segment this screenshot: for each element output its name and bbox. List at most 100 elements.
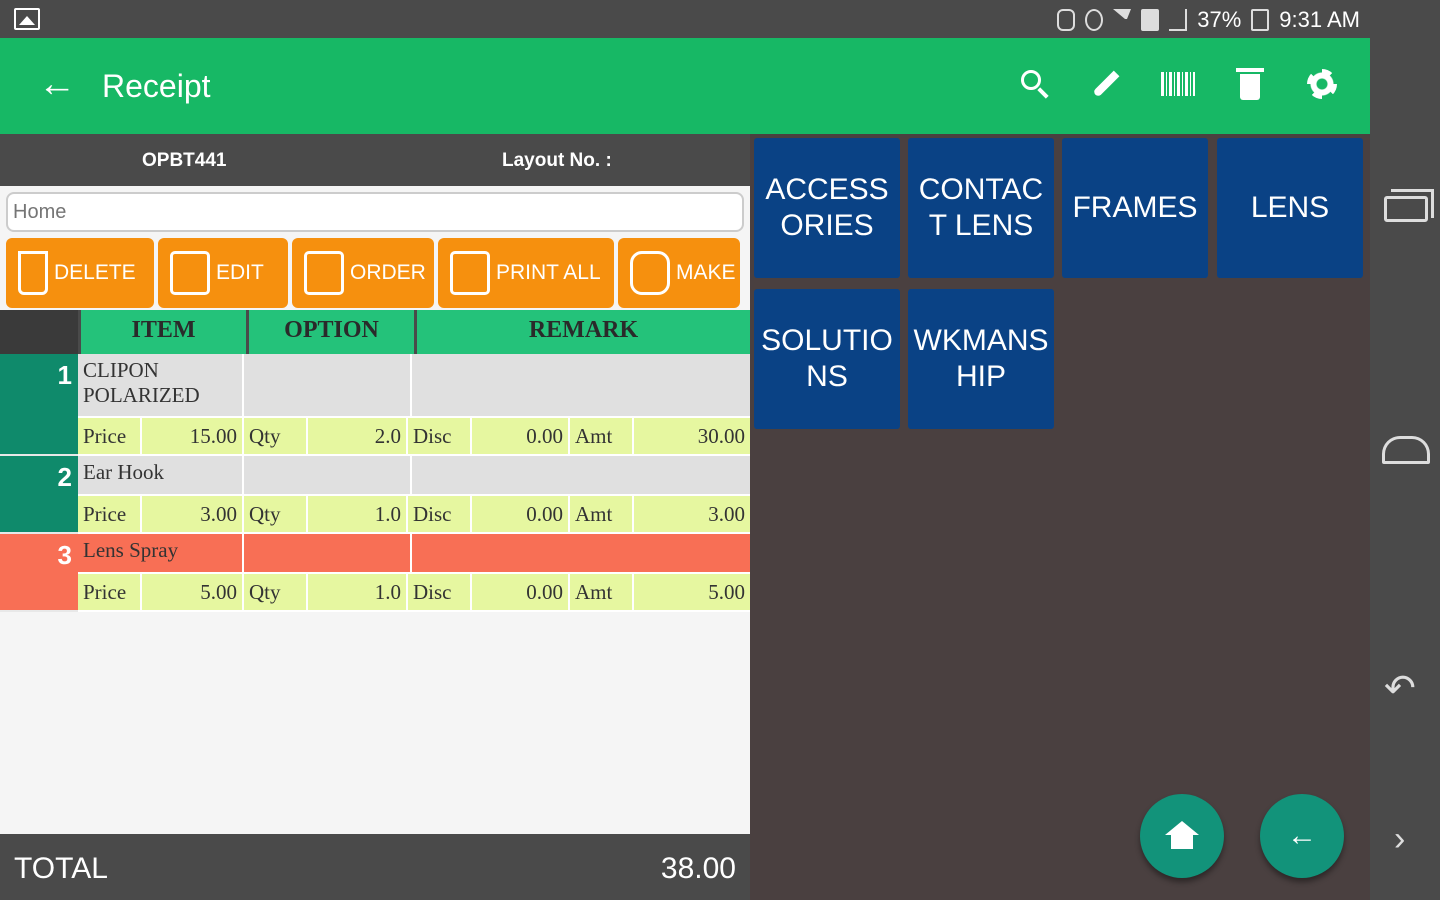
make-payment-button[interactable]: MAKE <box>618 238 740 308</box>
row-number: 2 <box>0 456 78 534</box>
disc-value: 0.00 <box>472 418 570 454</box>
layout-number-label: Layout No. : <box>502 150 612 171</box>
edit-label: EDIT <box>216 261 264 284</box>
receipt-items: 1 CLIPON POLARIZED Price 15.00 Qty 2.0 Disc 0.0… <box>0 354 750 612</box>
amt-value: 30.00 <box>697 424 745 448</box>
total-label: TOTAL <box>14 852 108 885</box>
table-row[interactable]: 1 CLIPON POLARIZED Price 15.00 Qty 2.0 Disc 0.0… <box>0 354 750 456</box>
row-price-line: Price 3.00 Qty 1.0 Disc 0.00 Amt 3.00 <box>78 496 750 534</box>
price-label: Price <box>78 496 142 532</box>
price-value: 15.00 <box>142 418 244 454</box>
amt-label: Amt <box>570 418 634 454</box>
receipt-info-bar: OPBT441 Layout No. : <box>0 134 750 186</box>
total-bar: TOTAL 38.00 <box>0 834 750 900</box>
category-tile[interactable]: LENS <box>1217 138 1363 278</box>
page-title: Receipt <box>102 68 211 104</box>
category-tile[interactable]: ACCESSORIES <box>754 138 900 278</box>
row-number: 1 <box>0 354 78 456</box>
item-name: Ear Hook <box>78 456 244 494</box>
table-header: ITEM OPTION REMARK <box>0 310 750 354</box>
trash-icon <box>1236 68 1264 100</box>
edit-item-button[interactable]: EDIT <box>158 238 288 308</box>
row-price-line: Price 5.00 Qty 1.0 Disc 0.00 Amt 5.00 <box>78 574 750 612</box>
column-header-remark: REMARK <box>414 310 750 354</box>
back-icon[interactable]: ↶ <box>1384 670 1416 708</box>
item-option <box>244 354 412 416</box>
disc-label: Disc <box>408 418 472 454</box>
disc-label: Disc <box>408 574 472 610</box>
row-price-line: Price 15.00 Qty 2.0 Disc 0.00 Amt 30.00 <box>78 418 750 456</box>
row-body: Lens Spray Price 5.00 Qty 1.0 Disc 0.00 Amt 5.00 <box>78 534 750 612</box>
order-button[interactable]: ORDER <box>292 238 434 308</box>
delete-label: DELETE <box>54 261 136 284</box>
column-header-option: OPTION <box>246 310 414 354</box>
amt-label: Amt <box>570 496 634 532</box>
recent-apps-icon[interactable] <box>1384 189 1434 222</box>
item-name: Lens Spray <box>78 534 244 572</box>
row-body: Ear Hook Price 3.00 Qty 1.0 Disc 0.00 Amt 3.00 <box>78 456 750 534</box>
search-input[interactable] <box>6 192 744 232</box>
make-label: MAKE <box>676 261 736 284</box>
payment-icon <box>630 251 670 295</box>
barcode-icon <box>1161 72 1195 96</box>
category-tile[interactable]: FRAMES <box>1062 138 1208 278</box>
category-tile[interactable]: CONTACT LENS <box>908 138 1054 278</box>
gear-icon <box>1307 69 1337 99</box>
row-name-line: Ear Hook <box>78 456 750 496</box>
qty-label: Qty <box>244 418 308 454</box>
item-remark <box>412 456 750 494</box>
row-name-line: CLIPON POLARIZED <box>78 354 750 418</box>
clock: 9:31 AM <box>1279 7 1360 32</box>
qty-value: 1.0 <box>308 496 408 532</box>
order-icon <box>304 251 344 295</box>
barcode-button[interactable] <box>1160 64 1196 104</box>
edit-button[interactable] <box>1088 64 1124 104</box>
qty-label: Qty <box>244 496 308 532</box>
home-fab-button[interactable] <box>1140 794 1224 878</box>
app-bar: ← Receipt <box>0 38 1370 134</box>
row-name-line: Lens Spray <box>78 534 750 574</box>
delete-button[interactable] <box>1232 64 1268 104</box>
chevron-right-icon[interactable]: › <box>1394 820 1405 859</box>
item-option <box>244 534 412 572</box>
back-arrow-icon[interactable]: ← <box>38 64 76 104</box>
edit-icon <box>170 251 210 295</box>
disc-value: 0.00 <box>472 574 570 610</box>
print-all-label: PRINT ALL <box>496 261 601 284</box>
item-option <box>244 456 412 494</box>
item-remark <box>412 534 750 572</box>
status-bar: 37% 9:31 AM <box>0 0 1370 38</box>
row-number: 3 <box>0 534 78 612</box>
status-icons: 37% 9:31 AM <box>1057 7 1360 33</box>
qty-value: 1.0 <box>308 574 408 610</box>
receipt-action-buttons: DELETE EDIT ORDER PRINT ALL MAKE <box>6 238 740 308</box>
delete-item-button[interactable]: DELETE <box>6 238 154 308</box>
back-arrow-icon: ← <box>1287 819 1317 852</box>
item-name: CLIPON POLARIZED <box>78 354 244 416</box>
settings-button[interactable] <box>1304 64 1340 104</box>
print-all-button[interactable]: PRINT ALL <box>438 238 614 308</box>
disc-value: 0.00 <box>472 496 570 532</box>
table-row[interactable]: 2 Ear Hook Price 3.00 Qty 1.0 Disc 0.00 Amt 3.00 <box>0 456 750 534</box>
header-corner <box>0 310 78 354</box>
gallery-notification-icon <box>14 8 40 30</box>
category-tile[interactable]: SOLUTIONS <box>754 289 900 429</box>
row-body: CLIPON POLARIZED Price 15.00 Qty 2.0 Disc 0.00… <box>78 354 750 456</box>
toolbar-actions <box>1016 64 1340 104</box>
category-tile[interactable]: WKMANSHIP <box>908 289 1054 429</box>
price-value: 5.00 <box>142 574 244 610</box>
back-fab-button[interactable]: ← <box>1260 794 1344 878</box>
disc-label: Disc <box>408 496 472 532</box>
wifi-icon <box>1113 9 1132 31</box>
column-header-item: ITEM <box>78 310 246 354</box>
search-button[interactable] <box>1016 64 1052 104</box>
table-row[interactable]: 3 Lens Spray Price 5.00 Qty 1.0 Disc 0.00 Amt 5.0… <box>0 534 750 612</box>
sim-icon <box>1141 9 1160 31</box>
home-icon <box>1165 821 1199 849</box>
battery-icon <box>1251 9 1270 31</box>
price-value: 3.00 <box>142 496 244 532</box>
printer-icon <box>450 251 490 295</box>
amt-value: 5.00 <box>708 580 745 604</box>
qty-value: 2.0 <box>308 418 408 454</box>
home-icon[interactable] <box>1382 436 1430 464</box>
